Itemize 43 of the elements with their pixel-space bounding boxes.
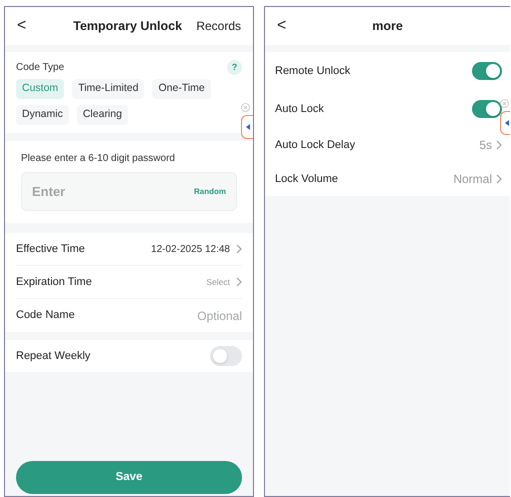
toggle-switch[interactable] — [211, 347, 241, 365]
form-row[interactable]: Effective Time 12-02-2025 12:48 — [16, 233, 242, 266]
form-row[interactable]: Expiration Time Select — [16, 266, 242, 299]
toggle-switch[interactable] — [472, 100, 502, 118]
close-icon[interactable] — [500, 99, 509, 108]
back-button[interactable]: < — [17, 14, 37, 38]
row-label: Auto Lock Delay — [275, 138, 356, 153]
code-type-option[interactable]: One-Time — [152, 79, 211, 99]
row-value: 5s — [479, 137, 492, 154]
row-label: Repeat Weekly — [16, 348, 90, 364]
code-type-option[interactable]: Dynamic — [16, 105, 69, 125]
side-handle[interactable] — [500, 111, 510, 135]
chevron-right-icon — [236, 277, 242, 287]
settings-row[interactable]: Lock Volume Normal — [275, 162, 502, 196]
settings-row[interactable]: Auto Lock — [275, 90, 502, 128]
row-label: Effective Time — [16, 242, 85, 257]
side-handle[interactable] — [241, 115, 253, 139]
section-label: Code Type — [16, 61, 64, 75]
row-label: Remote Unlock — [275, 64, 350, 79]
row-label: Code Name — [16, 308, 75, 324]
caret-left-icon — [246, 124, 250, 130]
back-button[interactable]: < — [277, 14, 297, 38]
code-type-option[interactable]: Clearing — [76, 105, 128, 125]
caret-left-icon — [504, 120, 508, 126]
row-label: Expiration Time — [16, 274, 92, 290]
code-name-field[interactable]: Optional — [152, 306, 242, 324]
row-label: Auto Lock — [275, 102, 324, 117]
page-title: Temporary Unlock — [72, 18, 184, 35]
row-value: Normal — [453, 171, 492, 188]
password-prompt: Please enter a 6-10 digit password — [21, 152, 176, 166]
row-placeholder: Select — [206, 276, 230, 288]
row-label: Lock Volume — [275, 172, 338, 187]
row-value: 12-02-2025 12:48 — [151, 242, 230, 256]
records-link[interactable]: Records — [196, 17, 241, 35]
chevron-right-icon — [496, 140, 502, 150]
form-row[interactable]: Code Name Optional — [16, 299, 242, 332]
chevron-right-icon — [236, 244, 242, 254]
chevron-right-icon — [496, 174, 502, 184]
toggle-switch[interactable] — [472, 62, 502, 80]
page-title: more — [371, 18, 404, 35]
settings-row[interactable]: Auto Lock Delay 5s — [275, 128, 502, 162]
code-type-option[interactable]: Time-Limited — [72, 79, 144, 99]
settings-row[interactable]: Remote Unlock — [275, 52, 502, 90]
